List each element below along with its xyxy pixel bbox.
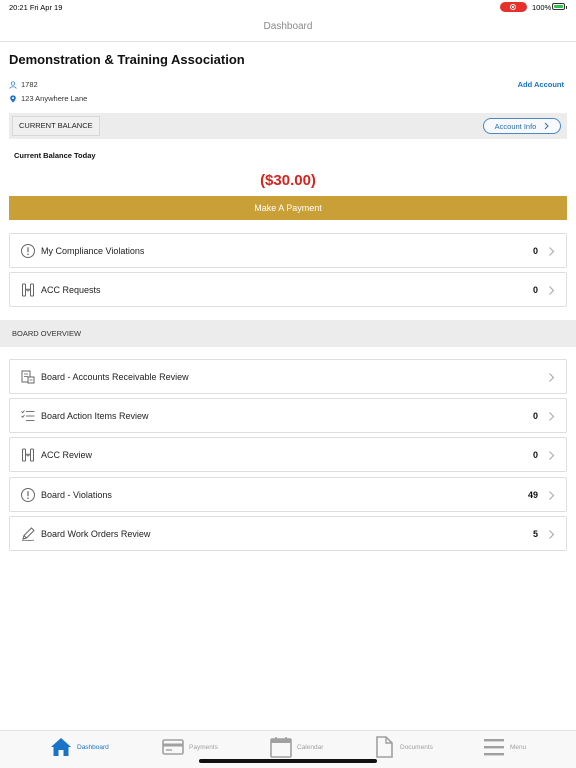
account-info-label: Account Info — [494, 121, 537, 131]
ledger-icon — [21, 370, 35, 384]
board-violations-row[interactable]: Board - Violations 49 — [9, 477, 567, 512]
current-balance-today-label: Current Balance Today — [14, 151, 96, 160]
tab-label: Documents — [400, 743, 433, 751]
board-accounts-receivable-row[interactable]: Board - Accounts Receivable Review — [9, 359, 567, 394]
page-title: Dashboard — [263, 21, 313, 32]
tab-menu[interactable]: Menu — [482, 735, 526, 759]
chevron-right-icon — [549, 286, 555, 295]
tab-label: Dashboard — [77, 743, 109, 751]
chevron-right-icon — [544, 122, 550, 130]
screen-recording-indicator[interactable] — [500, 2, 527, 12]
compliance-violations-row[interactable]: My Compliance Violations 0 — [9, 233, 567, 268]
document-icon — [376, 736, 393, 758]
row-count: 0 — [532, 285, 538, 295]
checklist-icon — [21, 410, 35, 421]
tab-label: Calendar — [297, 743, 324, 751]
row-label: Board - Accounts Receivable Review — [41, 372, 189, 382]
board-work-orders-row[interactable]: Board Work Orders Review 5 — [9, 516, 567, 551]
caliper-icon — [22, 283, 34, 297]
row-label: My Compliance Violations — [41, 246, 145, 256]
row-label: ACC Requests — [41, 285, 101, 295]
chevron-right-icon — [549, 530, 555, 539]
add-account-link[interactable]: Add Account — [518, 80, 564, 89]
user-icon — [9, 80, 17, 89]
battery-icon — [552, 3, 567, 10]
calendar-icon — [270, 737, 292, 758]
tab-dashboard[interactable]: Dashboard — [49, 735, 109, 759]
row-count: 0 — [532, 411, 538, 421]
chevron-right-icon — [549, 373, 555, 382]
row-label: ACC Review — [41, 450, 93, 460]
home-icon — [51, 738, 71, 756]
chevron-right-icon — [549, 451, 555, 460]
row-count: 49 — [527, 490, 538, 500]
row-count: 0 — [532, 246, 538, 256]
section-title: BOARD OVERVIEW — [12, 329, 82, 338]
current-balance-label: CURRENT BALANCE — [12, 116, 100, 136]
row-count: 5 — [532, 529, 538, 539]
balance-amount: ($30.00) — [260, 172, 316, 189]
tab-documents[interactable]: Documents — [372, 735, 433, 759]
nav-divider — [0, 41, 576, 42]
tab-label: Payments — [189, 743, 218, 751]
location-pin-icon — [10, 94, 16, 103]
balance-header: CURRENT BALANCE Account Info — [9, 113, 567, 139]
pen-icon — [21, 527, 35, 541]
account-id-line: 1782 — [9, 80, 38, 89]
tab-bar: Dashboard Payments Calendar Documents Me… — [0, 730, 576, 768]
board-overview-header: BOARD OVERVIEW — [0, 320, 576, 347]
chevron-right-icon — [549, 491, 555, 500]
address-line: 123 Anywhere Lane — [9, 94, 87, 103]
row-label: Board - Violations — [41, 490, 112, 500]
alert-circle-icon — [21, 488, 35, 502]
home-indicator[interactable] — [199, 759, 377, 763]
account-id: 1782 — [21, 80, 38, 89]
board-action-items-row[interactable]: Board Action Items Review 0 — [9, 398, 567, 433]
chevron-right-icon — [549, 412, 555, 421]
chevron-right-icon — [549, 247, 555, 256]
menu-icon — [484, 739, 504, 756]
caliper-icon — [22, 448, 34, 462]
row-count: 0 — [532, 450, 538, 460]
status-bar: 20:21 Fri Apr 19 100% — [0, 0, 576, 14]
account-address: 123 Anywhere Lane — [21, 94, 88, 103]
card-icon — [162, 739, 184, 755]
status-time: 20:21 Fri Apr 19 — [9, 3, 63, 12]
tab-label: Menu — [510, 743, 527, 751]
battery-percentage: 100% — [532, 3, 552, 12]
acc-review-row[interactable]: ACC Review 0 — [9, 437, 567, 472]
account-info-button[interactable]: Account Info — [483, 118, 561, 134]
association-name: Demonstration & Training Association — [9, 52, 245, 67]
row-label: Board Action Items Review — [41, 411, 149, 421]
tab-payments[interactable]: Payments — [161, 735, 218, 759]
acc-requests-row[interactable]: ACC Requests 0 — [9, 272, 567, 307]
alert-circle-icon — [21, 244, 35, 258]
tab-calendar[interactable]: Calendar — [269, 735, 323, 759]
row-label: Board Work Orders Review — [41, 529, 151, 539]
record-icon — [510, 4, 516, 10]
make-payment-button[interactable]: Make A Payment — [9, 196, 567, 220]
